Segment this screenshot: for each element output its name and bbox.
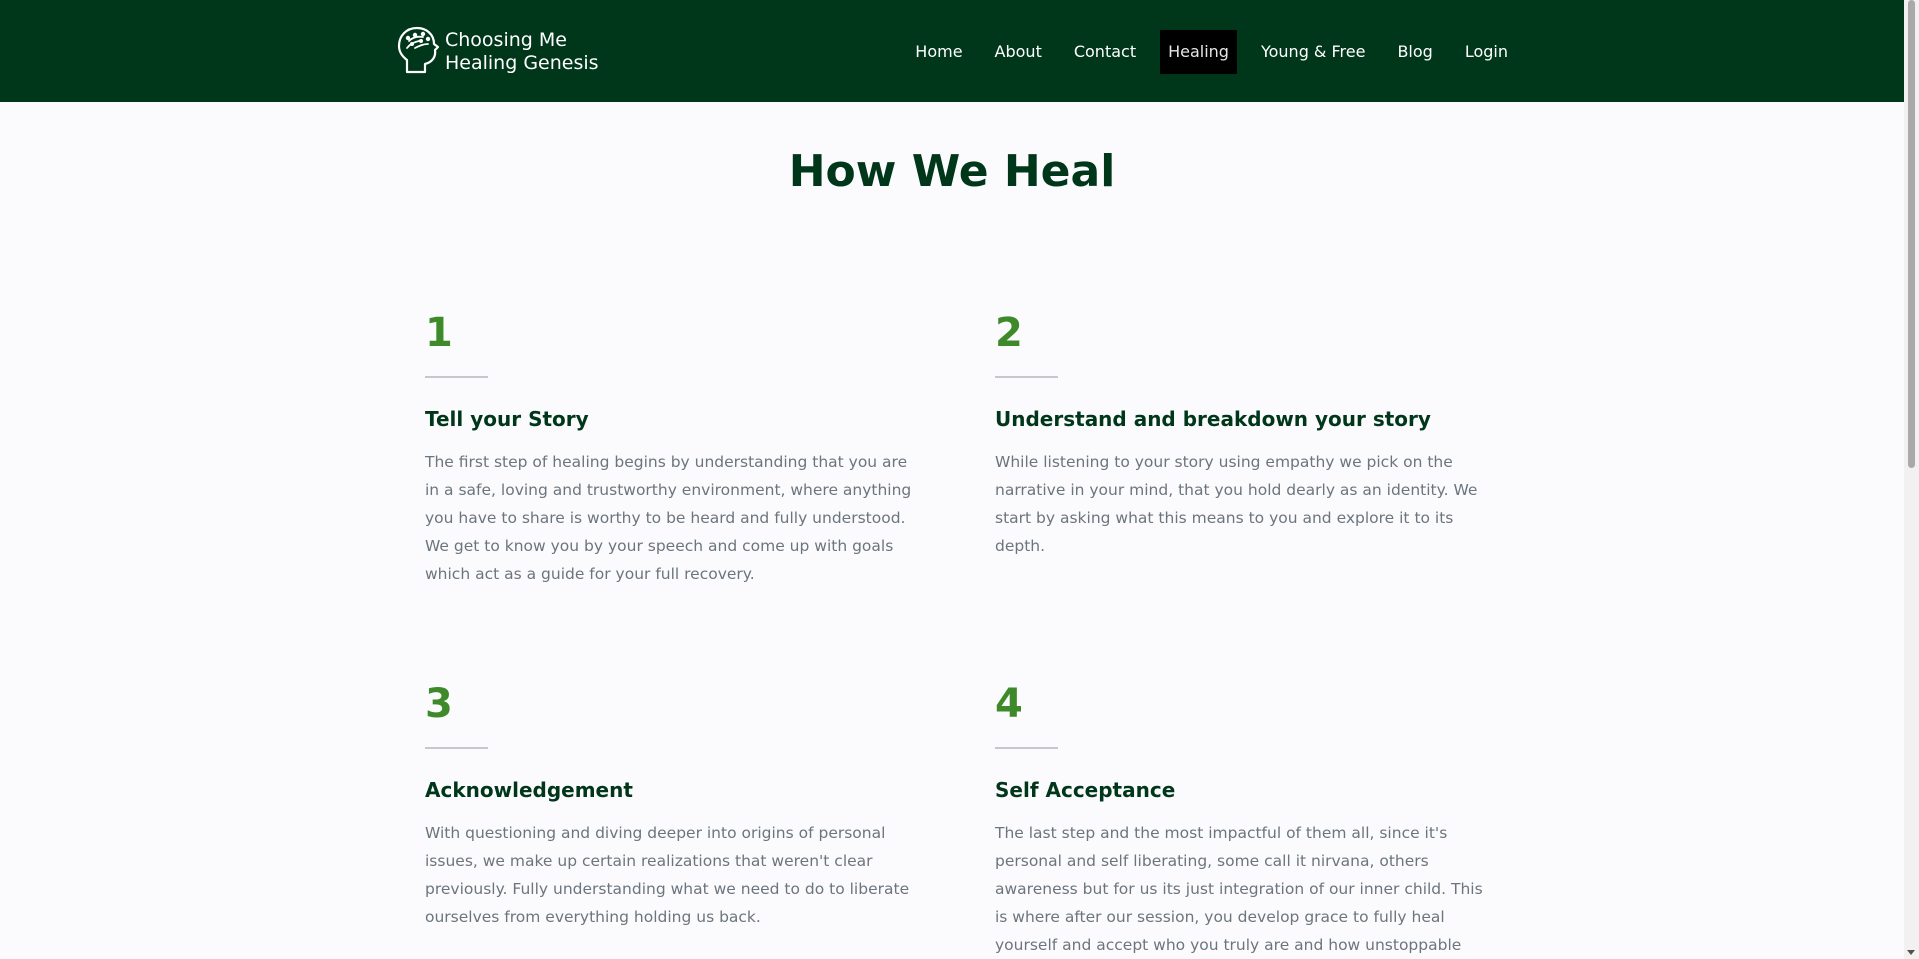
nav-blog[interactable]: Blog: [1389, 30, 1440, 74]
brand-name: Choosing Me Healing Genesis: [445, 29, 599, 75]
step-title: Self Acceptance: [995, 778, 1176, 802]
nav-young-and-free[interactable]: Young & Free: [1253, 30, 1373, 74]
step-number: 1: [425, 310, 453, 356]
step-description: The first step of healing begins by unde…: [425, 453, 912, 583]
step-card-1: 1 Tell your Story The first step of heal…: [425, 310, 915, 588]
head-with-leaves-icon: [397, 26, 440, 74]
step-divider: [995, 376, 1058, 378]
top-navbar: Choosing Me Healing Genesis Home About C…: [0, 0, 1904, 102]
step-description: While listening to your story using empa…: [995, 453, 1478, 555]
brand-line-2: Healing Genesis: [445, 52, 599, 74]
step-title: Acknowledgement: [425, 778, 633, 802]
nav-home[interactable]: Home: [907, 30, 970, 74]
step-divider: [995, 747, 1058, 749]
step-title: Understand and breakdown your story: [995, 407, 1431, 431]
nav-login[interactable]: Login: [1457, 30, 1516, 74]
step-title: Tell your Story: [425, 407, 589, 431]
page-title: How We Heal: [788, 146, 1116, 197]
brand-link[interactable]: Choosing Me Healing Genesis: [395, 26, 599, 78]
step-card-3: 3 Acknowledgement With questioning and d…: [425, 681, 915, 931]
scroll-down-arrow-icon[interactable]: [1907, 950, 1915, 955]
page-scrollbar[interactable]: [1904, 0, 1919, 959]
main-nav: Home About Contact Healing Young & Free …: [891, 30, 1516, 74]
nav-about[interactable]: About: [987, 30, 1050, 74]
step-number: 3: [425, 681, 453, 727]
step-card-2: 2 Understand and breakdown your story Wh…: [995, 310, 1485, 560]
step-card-4: 4 Self Acceptance The last step and the …: [995, 681, 1485, 959]
nav-healing[interactable]: Healing: [1160, 30, 1237, 74]
step-divider: [425, 747, 488, 749]
scrollbar-thumb[interactable]: [1908, 0, 1915, 468]
nav-contact[interactable]: Contact: [1066, 30, 1144, 74]
step-number: 2: [995, 310, 1023, 356]
step-description: With questioning and diving deeper into …: [425, 824, 910, 926]
step-divider: [425, 376, 488, 378]
step-number: 4: [995, 681, 1023, 727]
brand-line-1: Choosing Me: [445, 29, 567, 51]
step-description: The last step and the most impactful of …: [995, 824, 1483, 954]
